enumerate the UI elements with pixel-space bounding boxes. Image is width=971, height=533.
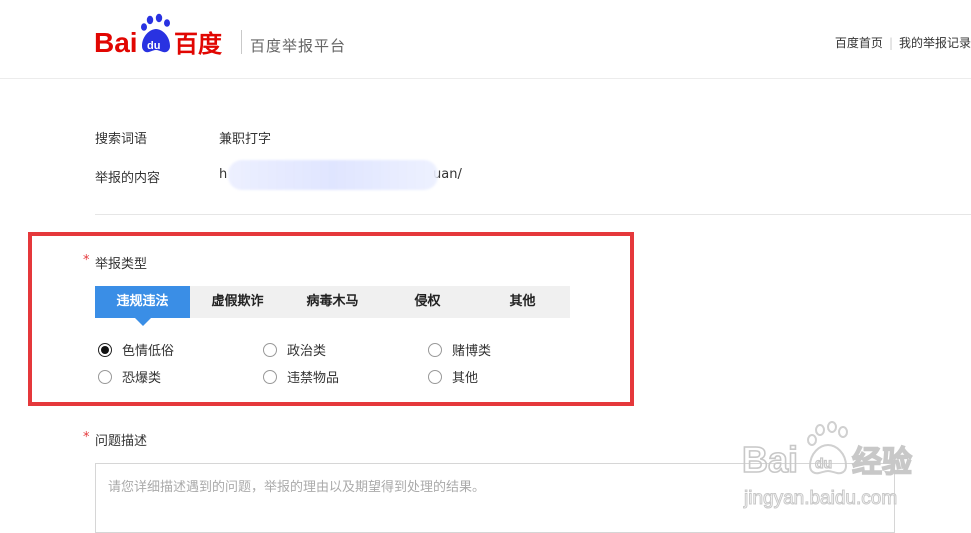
required-star: * (83, 430, 90, 445)
svg-text:Bai: Bai (94, 27, 138, 58)
tab-other[interactable]: 其他 (475, 286, 570, 318)
report-content-url-start: h (219, 167, 228, 182)
nav-baidu-home-link[interactable]: 百度首页 (835, 36, 883, 50)
radio-label: 恐爆类 (122, 371, 162, 386)
tab-illegal[interactable]: 违规违法 (95, 286, 190, 326)
tab-infringement[interactable]: 侵权 (380, 286, 475, 318)
tab-virus[interactable]: 病毒木马 (285, 286, 380, 318)
baidu-logo[interactable]: Bai du 百度 (94, 12, 234, 58)
section-divider (95, 214, 971, 215)
report-content-label: 举报的内容 (95, 171, 161, 186)
platform-name: 百度举报平台 (250, 37, 347, 55)
radio-label: 违禁物品 (287, 371, 340, 386)
radio-option-politics[interactable]: 政治类 (263, 340, 326, 359)
radio-unchecked-icon (98, 369, 112, 384)
radio-unchecked-icon (263, 342, 277, 357)
svg-text:du: du (147, 40, 160, 52)
radio-option-contraband[interactable]: 违禁物品 (263, 367, 339, 386)
nav-my-reports-link[interactable]: 我的举报记录 (899, 36, 971, 50)
radio-checked-icon (98, 342, 112, 357)
radio-option-terror[interactable]: 恐爆类 (98, 367, 161, 386)
radio-label: 色情低俗 (122, 344, 175, 359)
radio-unchecked-icon (428, 369, 442, 384)
svg-text:百度: 百度 (174, 30, 223, 58)
report-type-label: 举报类型 (95, 257, 148, 272)
radio-label: 赌博类 (452, 344, 492, 359)
radio-option-other[interactable]: 其他 (428, 367, 478, 386)
svg-text:du: du (815, 455, 832, 471)
description-placeholder: 请您详细描述遇到的问题，举报的理由以及期望得到处理的结果。 (108, 480, 486, 495)
redaction-blur (228, 160, 438, 190)
radio-label: 其他 (452, 371, 479, 386)
radio-label: 政治类 (287, 344, 327, 359)
svg-text:经验: 经验 (852, 445, 912, 480)
baidu-jingyan-watermark: Bai du 经验 jingyan.baidu.com (742, 421, 913, 510)
page-header: Bai du 百度 百度举报平台 百度首页 | 我的举报记录 (0, 0, 971, 79)
radio-unchecked-icon (428, 342, 442, 357)
nav-separator: | (888, 36, 893, 50)
search-term-value: 兼职打字 (219, 132, 272, 147)
search-term-label: 搜索词语 (95, 132, 148, 147)
radio-option-gambling[interactable]: 赌博类 (428, 340, 491, 359)
description-label: 问题描述 (95, 434, 148, 449)
logo-divider (241, 30, 242, 54)
required-star: * (83, 253, 90, 268)
radio-unchecked-icon (263, 369, 277, 384)
svg-text:jingyan.baidu.com: jingyan.baidu.com (743, 488, 897, 509)
svg-text:Bai: Bai (742, 439, 798, 480)
radio-option-porn[interactable]: 色情低俗 (98, 340, 174, 359)
top-nav: 百度首页 | 我的举报记录 (835, 34, 971, 51)
tab-fraud[interactable]: 虚假欺诈 (190, 286, 285, 318)
report-type-tabs: 违规违法 虚假欺诈 病毒木马 侵权 其他 (95, 286, 570, 326)
